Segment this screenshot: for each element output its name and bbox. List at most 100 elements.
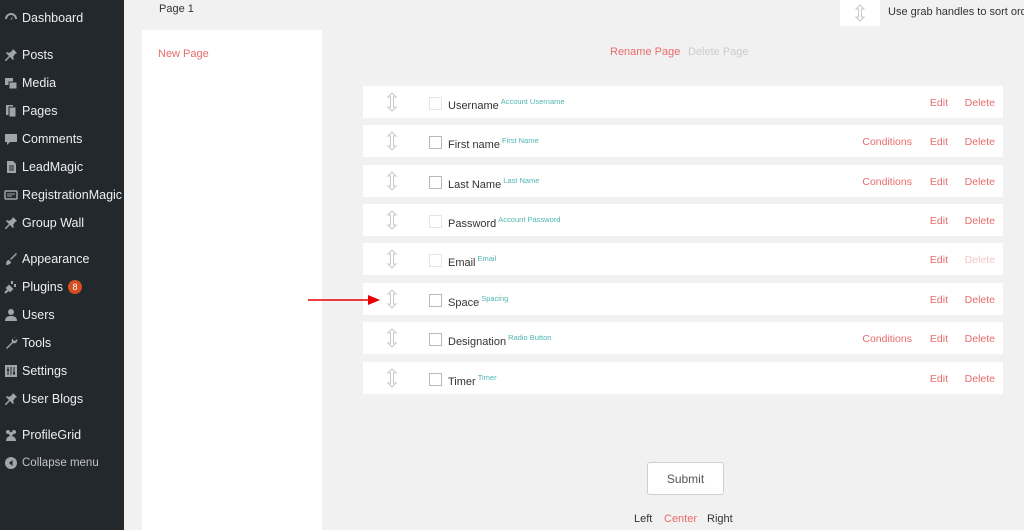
sidebar-item-settings[interactable]: Settings bbox=[0, 357, 124, 385]
grab-handle-icon[interactable] bbox=[385, 328, 399, 348]
field-row-last-name[interactable]: Last Name Last Name Conditions Edit Delet… bbox=[363, 165, 1003, 197]
sort-hint-text: Use grab handles to sort order bbox=[888, 6, 1024, 18]
sidebar-item-users[interactable]: Users bbox=[0, 301, 124, 329]
field-row-username[interactable]: Username Account Username Edit Delete bbox=[363, 86, 1003, 118]
wrench-icon bbox=[0, 336, 22, 350]
sidebar-item-pages[interactable]: Pages bbox=[0, 97, 124, 125]
pin-icon bbox=[0, 392, 22, 406]
sidebar-item-label: Pages bbox=[22, 104, 58, 118]
field-type-tag: Email bbox=[477, 254, 497, 263]
field-checkbox[interactable] bbox=[429, 215, 442, 228]
field-type-tag: Timer bbox=[477, 373, 497, 382]
sidebar-item-posts[interactable]: Posts bbox=[0, 41, 124, 69]
brush-icon bbox=[0, 252, 22, 266]
rename-page-link[interactable]: Rename Page bbox=[610, 46, 680, 58]
sidebar-item-leadmagic[interactable]: LeadMagic bbox=[0, 153, 124, 181]
field-delete-link[interactable]: Delete bbox=[965, 373, 995, 385]
field-checkbox[interactable] bbox=[429, 97, 442, 110]
field-label: Password Account Password bbox=[448, 215, 561, 230]
grab-handle-icon[interactable] bbox=[385, 368, 399, 388]
media-icon bbox=[0, 76, 22, 90]
field-label: Space Spacing bbox=[448, 294, 509, 309]
sidebar-item-label: RegistrationMagic bbox=[22, 188, 123, 202]
collapse-menu-button[interactable]: Collapse menu bbox=[0, 449, 124, 477]
dashboard-icon bbox=[0, 11, 22, 25]
grab-handle-icon[interactable] bbox=[385, 92, 399, 112]
plugin-update-badge: 8 bbox=[68, 280, 82, 294]
field-delete-link[interactable]: Delete bbox=[965, 176, 995, 188]
collapse-icon bbox=[0, 456, 22, 470]
sidebar-item-comments[interactable]: Comments bbox=[0, 125, 124, 153]
sidebar-item-plugins[interactable]: Plugins 8 bbox=[0, 273, 124, 301]
grab-handle-icon[interactable] bbox=[385, 289, 399, 309]
sidebar-item-label: User Blogs bbox=[22, 392, 84, 406]
field-checkbox[interactable] bbox=[429, 176, 442, 189]
sidebar-item-appearance[interactable]: Appearance bbox=[0, 245, 124, 273]
comment-icon bbox=[0, 132, 22, 146]
delete-page-link[interactable]: Delete Page bbox=[688, 46, 749, 58]
grab-handle-icon[interactable] bbox=[385, 249, 399, 269]
field-conditions-link[interactable]: Conditions bbox=[862, 176, 912, 188]
field-type-tag: Account Password bbox=[498, 215, 561, 224]
grab-handle-icon[interactable] bbox=[385, 131, 399, 151]
sidebar-item-profilegrid[interactable]: ProfileGrid bbox=[0, 421, 124, 449]
sidebar-item-registrationmagic[interactable]: RegistrationMagic bbox=[0, 181, 124, 209]
field-edit-link[interactable]: Edit bbox=[930, 215, 948, 227]
field-edit-link[interactable]: Edit bbox=[930, 136, 948, 148]
field-delete-link[interactable]: Delete bbox=[965, 97, 995, 109]
field-edit-link[interactable]: Edit bbox=[930, 254, 948, 266]
submit-button[interactable]: Submit bbox=[647, 462, 724, 495]
user-icon bbox=[0, 308, 22, 322]
page-tab-page-1[interactable]: Page 1 bbox=[142, 0, 322, 30]
field-row-space[interactable]: Space Spacing Edit Delete bbox=[363, 283, 1003, 315]
field-type-tag: Radio Button bbox=[508, 333, 552, 342]
grab-handle-icon[interactable] bbox=[385, 210, 399, 230]
plug-icon bbox=[0, 280, 22, 294]
field-type-tag: First Name bbox=[501, 136, 539, 145]
sidebar-item-label: Comments bbox=[22, 132, 83, 146]
field-row-password[interactable]: Password Account Password Edit Delete bbox=[363, 204, 1003, 236]
field-checkbox[interactable] bbox=[429, 294, 442, 307]
field-checkbox[interactable] bbox=[429, 373, 442, 386]
field-row-first-name[interactable]: First name First Name Conditions Edit Del… bbox=[363, 125, 1003, 157]
sidebar-item-label: Settings bbox=[22, 364, 68, 378]
field-label: Timer Timer bbox=[448, 373, 497, 388]
field-edit-link[interactable]: Edit bbox=[930, 176, 948, 188]
field-checkbox[interactable] bbox=[429, 333, 442, 346]
align-right-option[interactable]: Right bbox=[707, 513, 733, 525]
sidebar-item-media[interactable]: Media bbox=[0, 69, 124, 97]
sidebar-item-label: LeadMagic bbox=[22, 160, 84, 174]
field-delete-link[interactable]: Delete bbox=[965, 294, 995, 306]
field-label: First name First Name bbox=[448, 136, 539, 151]
field-edit-link[interactable]: Edit bbox=[930, 97, 948, 109]
field-conditions-link[interactable]: Conditions bbox=[862, 333, 912, 345]
field-edit-link[interactable]: Edit bbox=[930, 333, 948, 345]
field-delete-link[interactable]: Delete bbox=[965, 333, 995, 345]
field-label: Username Account Username bbox=[448, 97, 565, 112]
group-icon bbox=[0, 428, 22, 442]
sidebar-item-group-wall[interactable]: Group Wall bbox=[0, 209, 124, 237]
new-page-link[interactable]: New Page bbox=[158, 48, 209, 60]
field-delete-link[interactable]: Delete bbox=[965, 136, 995, 148]
sidebar-item-label: Dashboard bbox=[22, 11, 84, 25]
sidebar-item-label: Collapse menu bbox=[22, 457, 99, 469]
sidebar-item-user-blogs[interactable]: User Blogs bbox=[0, 385, 124, 413]
align-center-option[interactable]: Center bbox=[664, 513, 697, 525]
field-edit-link[interactable]: Edit bbox=[930, 373, 948, 385]
sidebar-item-tools[interactable]: Tools bbox=[0, 329, 124, 357]
sidebar-item-label: Media bbox=[22, 76, 57, 90]
field-delete-link[interactable]: Delete bbox=[965, 215, 995, 227]
sidebar-item-dashboard[interactable]: Dashboard bbox=[0, 4, 124, 32]
grab-handle-icon[interactable] bbox=[385, 171, 399, 191]
field-checkbox[interactable] bbox=[429, 254, 442, 267]
field-type-tag: Account Username bbox=[500, 97, 565, 106]
field-delete-link[interactable]: Delete bbox=[965, 254, 995, 266]
field-checkbox[interactable] bbox=[429, 136, 442, 149]
align-left-option[interactable]: Left bbox=[634, 513, 652, 525]
field-row-timer[interactable]: Timer Timer Edit Delete bbox=[363, 362, 1003, 394]
field-edit-link[interactable]: Edit bbox=[930, 294, 948, 306]
field-conditions-link[interactable]: Conditions bbox=[862, 136, 912, 148]
sidebar-item-label: Users bbox=[22, 308, 55, 322]
field-row-email[interactable]: Email Email Edit Delete bbox=[363, 243, 1003, 275]
field-row-designation[interactable]: Designation Radio Button Conditions Edit … bbox=[363, 322, 1003, 354]
